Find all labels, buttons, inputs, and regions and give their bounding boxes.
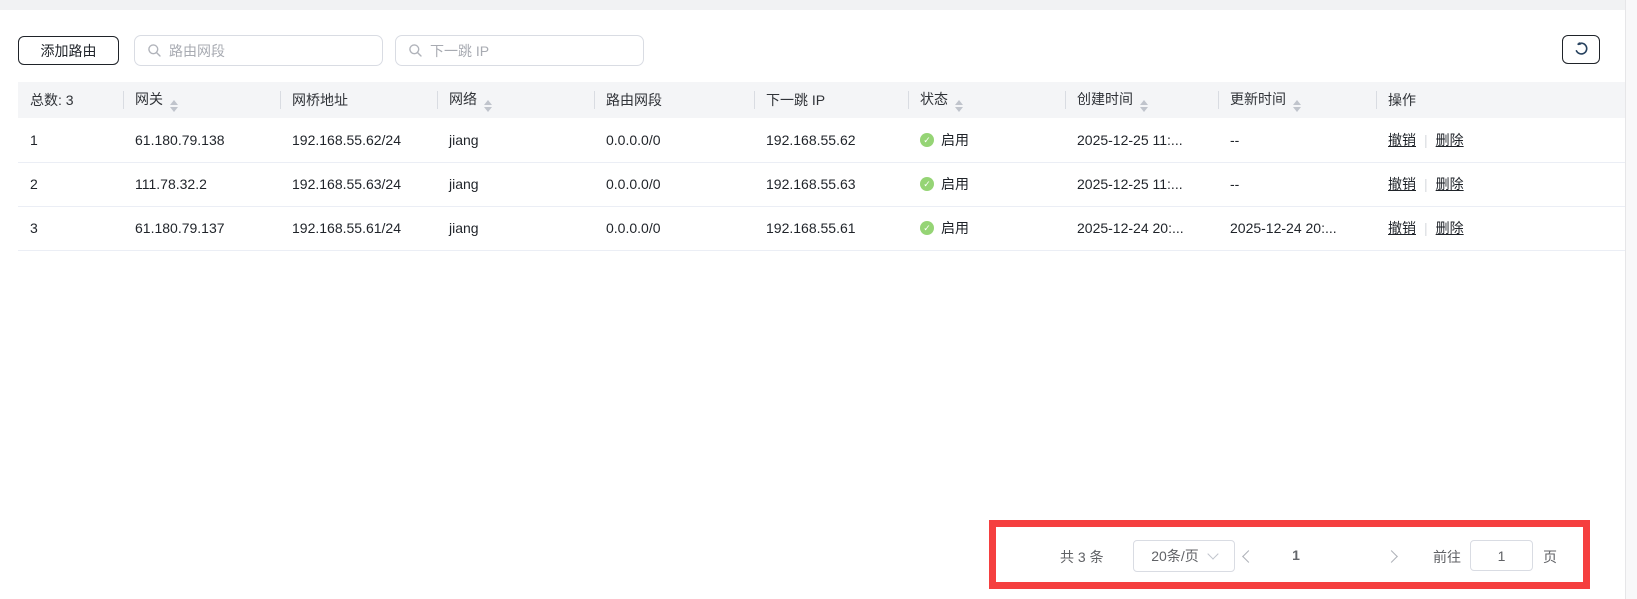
cell-network: jiang (437, 162, 594, 206)
route-segment-search[interactable] (134, 35, 383, 66)
status-badge: 启用 (941, 174, 969, 194)
sort-icon[interactable] (955, 100, 963, 112)
route-segment-search-input[interactable] (169, 43, 382, 59)
cell-route-segment: 0.0.0.0/0 (594, 206, 754, 250)
action-divider: | (1424, 132, 1428, 148)
cell-index: 1 (18, 118, 123, 162)
revoke-link[interactable]: 撤销 (1388, 132, 1416, 148)
goto-page-label: 前往 (1433, 547, 1461, 567)
revoke-link[interactable]: 撤销 (1388, 176, 1416, 192)
cell-status: ✓ 启用 (908, 206, 1065, 250)
cell-index: 2 (18, 162, 123, 206)
chevron-down-icon (1207, 548, 1218, 559)
status-enabled-icon: ✓ (920, 177, 934, 191)
cell-status: ✓ 启用 (908, 162, 1065, 206)
cell-actions: 撤销 | 删除 (1376, 118, 1625, 162)
status-enabled-icon: ✓ (920, 133, 934, 147)
cell-bridge-address: 192.168.55.61/24 (280, 206, 437, 250)
cell-actions: 撤销 | 删除 (1376, 206, 1625, 250)
cell-route-segment: 0.0.0.0/0 (594, 118, 754, 162)
table-row: 3 61.180.79.137 192.168.55.61/24 jiang 0… (18, 206, 1625, 250)
current-page-number[interactable]: 1 (1284, 547, 1308, 563)
page-unit-label: 页 (1543, 547, 1557, 567)
search-icon (408, 43, 423, 58)
column-header-next-hop-ip: 下一跳 IP (754, 82, 908, 118)
action-divider: | (1424, 220, 1428, 236)
sort-icon[interactable] (170, 100, 178, 112)
page-size-value: 20条/页 (1151, 546, 1198, 566)
cell-route-segment: 0.0.0.0/0 (594, 162, 754, 206)
cell-next-hop-ip: 192.168.55.63 (754, 162, 908, 206)
cell-actions: 撤销 | 删除 (1376, 162, 1625, 206)
column-header-actions: 操作 (1376, 82, 1625, 118)
column-header-created-time[interactable]: 创建时间 (1065, 82, 1218, 118)
cell-bridge-address: 192.168.55.63/24 (280, 162, 437, 206)
previous-page-button[interactable] (1242, 550, 1255, 563)
refresh-icon (1573, 41, 1590, 58)
cell-bridge-address: 192.168.55.62/24 (280, 118, 437, 162)
route-table: 总数: 3 网关 网桥地址 网络 路由网段 下一跳 IP 状态 创建时间 更新时… (18, 82, 1625, 251)
cell-gateway: 61.180.79.138 (123, 118, 280, 162)
column-header-network[interactable]: 网络 (437, 82, 594, 118)
action-divider: | (1424, 176, 1428, 192)
cell-updated-time: -- (1218, 162, 1376, 206)
delete-link[interactable]: 删除 (1436, 176, 1464, 192)
next-hop-search-input[interactable] (430, 43, 643, 59)
column-header-gateway[interactable]: 网关 (123, 82, 280, 118)
sort-icon[interactable] (1140, 100, 1148, 112)
cell-created-time: 2025-12-25 11:... (1065, 118, 1218, 162)
top-bar (0, 0, 1625, 10)
delete-link[interactable]: 删除 (1436, 132, 1464, 148)
refresh-button[interactable] (1562, 35, 1600, 64)
column-header-bridge-address: 网桥地址 (280, 82, 437, 118)
cell-status: ✓ 启用 (908, 118, 1065, 162)
cell-created-time: 2025-12-25 11:... (1065, 162, 1218, 206)
next-hop-search[interactable] (395, 35, 644, 66)
sort-icon[interactable] (1293, 100, 1301, 112)
goto-page-input[interactable] (1470, 540, 1533, 571)
cell-updated-time: -- (1218, 118, 1376, 162)
search-icon (147, 43, 162, 58)
status-badge: 启用 (941, 218, 969, 238)
table-header-row: 总数: 3 网关 网桥地址 网络 路由网段 下一跳 IP 状态 创建时间 更新时… (18, 82, 1625, 118)
column-header-route-segment: 路由网段 (594, 82, 754, 118)
cell-created-time: 2025-12-24 20:... (1065, 206, 1218, 250)
cell-next-hop-ip: 192.168.55.61 (754, 206, 908, 250)
cell-next-hop-ip: 192.168.55.62 (754, 118, 908, 162)
sort-icon[interactable] (484, 100, 492, 112)
cell-network: jiang (437, 118, 594, 162)
next-page-button[interactable] (1385, 550, 1398, 563)
column-header-updated-time[interactable]: 更新时间 (1218, 82, 1376, 118)
pagination-total: 共 3 条 (1060, 547, 1104, 567)
revoke-link[interactable]: 撤销 (1388, 220, 1416, 236)
table-row: 2 111.78.32.2 192.168.55.63/24 jiang 0.0… (18, 162, 1625, 206)
table-row: 1 61.180.79.138 192.168.55.62/24 jiang 0… (18, 118, 1625, 162)
page-size-select[interactable]: 20条/页 (1133, 540, 1235, 572)
add-route-button[interactable]: 添加路由 (18, 36, 119, 65)
cell-gateway: 61.180.79.137 (123, 206, 280, 250)
delete-link[interactable]: 删除 (1436, 220, 1464, 236)
cell-gateway: 111.78.32.2 (123, 162, 280, 206)
scrollbar-track (1625, 0, 1637, 599)
column-header-status[interactable]: 状态 (908, 82, 1065, 118)
status-badge: 启用 (941, 130, 969, 150)
column-header-total: 总数: 3 (18, 82, 123, 118)
cell-network: jiang (437, 206, 594, 250)
status-enabled-icon: ✓ (920, 221, 934, 235)
cell-updated-time: 2025-12-24 20:... (1218, 206, 1376, 250)
route-management-page: 添加路由 总数: 3 网关 网桥地址 (0, 0, 1637, 599)
cell-index: 3 (18, 206, 123, 250)
